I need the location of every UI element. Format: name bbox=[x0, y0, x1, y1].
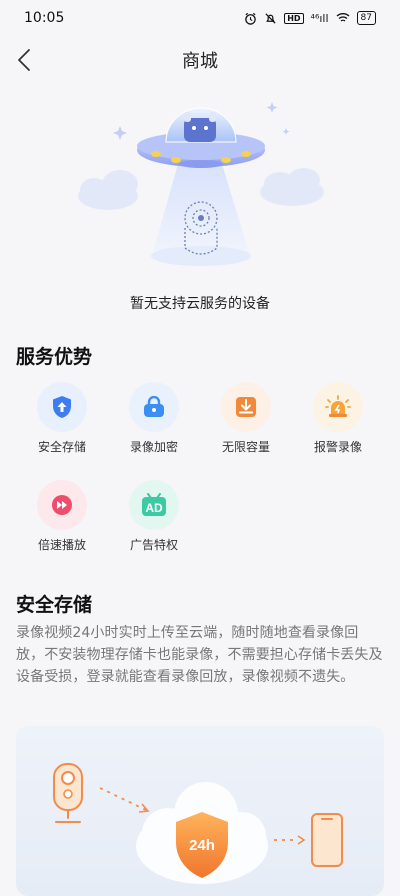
lock-icon bbox=[129, 382, 179, 432]
feature-video-encryption[interactable]: 录像加密 bbox=[108, 382, 200, 462]
mute-bell-icon bbox=[265, 12, 276, 24]
feature-label: 倍速播放 bbox=[37, 538, 86, 552]
page-title: 商城 bbox=[182, 51, 218, 72]
shield-badge-text: 24h bbox=[189, 837, 215, 854]
signal-icon: ⁴⁶ıll bbox=[310, 11, 329, 25]
ad-icon: AD bbox=[129, 480, 179, 530]
feature-ad-privilege[interactable]: AD 广告特权 bbox=[108, 480, 200, 560]
cloud-storage-illustration-card: 24h bbox=[16, 726, 384, 896]
svg-text:AD: AD bbox=[145, 501, 163, 515]
feature-label: 报警录像 bbox=[313, 440, 362, 454]
feature-unlimited-capacity[interactable]: 无限容量 bbox=[200, 382, 292, 462]
back-button[interactable] bbox=[10, 44, 42, 76]
alarm-icon bbox=[313, 382, 363, 432]
chevron-left-icon bbox=[18, 49, 30, 71]
battery-level: 87 bbox=[360, 13, 372, 23]
secure-storage-title: 安全存储 bbox=[16, 594, 93, 616]
advantages-title: 服务优势 bbox=[16, 346, 93, 368]
cloud-right bbox=[260, 168, 324, 206]
phone-device-icon bbox=[311, 813, 343, 867]
secure-storage-description: 录像视频24小时实时上传至云端，随时随地查看录像回放，不安装物理存储卡也能录像，… bbox=[16, 625, 383, 685]
cloud-storage-illustration: 24h bbox=[53, 763, 343, 884]
alarm-clock-icon bbox=[245, 12, 256, 25]
feature-label: 录像加密 bbox=[129, 440, 178, 454]
camera-device-icon bbox=[53, 763, 83, 823]
feature-label: 广告特权 bbox=[129, 538, 178, 552]
status-bar: 10:05 HD ⁴⁶ıll 87 bbox=[0, 0, 400, 36]
empty-state-message: 暂无支持云服务的设备 bbox=[130, 296, 270, 312]
ufo-camera-illustration bbox=[78, 102, 324, 266]
wifi-icon bbox=[336, 13, 349, 22]
feature-label: 无限容量 bbox=[221, 440, 270, 454]
cloud-left bbox=[78, 170, 138, 210]
battery-icon: 87 bbox=[356, 11, 376, 25]
hd-icon: HD bbox=[284, 12, 304, 24]
download-icon bbox=[221, 382, 271, 432]
nav-bar: 商城 bbox=[0, 38, 400, 82]
shield-upload-icon bbox=[37, 382, 87, 432]
feature-label: 安全存储 bbox=[37, 440, 86, 454]
feature-alarm-recording[interactable]: 报警录像 bbox=[292, 382, 384, 462]
status-time: 10:05 bbox=[24, 10, 65, 26]
fast-forward-icon bbox=[37, 480, 87, 530]
feature-speed-playback[interactable]: 倍速播放 bbox=[16, 480, 108, 560]
feature-secure-storage[interactable]: 安全存储 bbox=[16, 382, 108, 462]
status-icons: HD ⁴⁶ıll 87 bbox=[244, 11, 376, 25]
